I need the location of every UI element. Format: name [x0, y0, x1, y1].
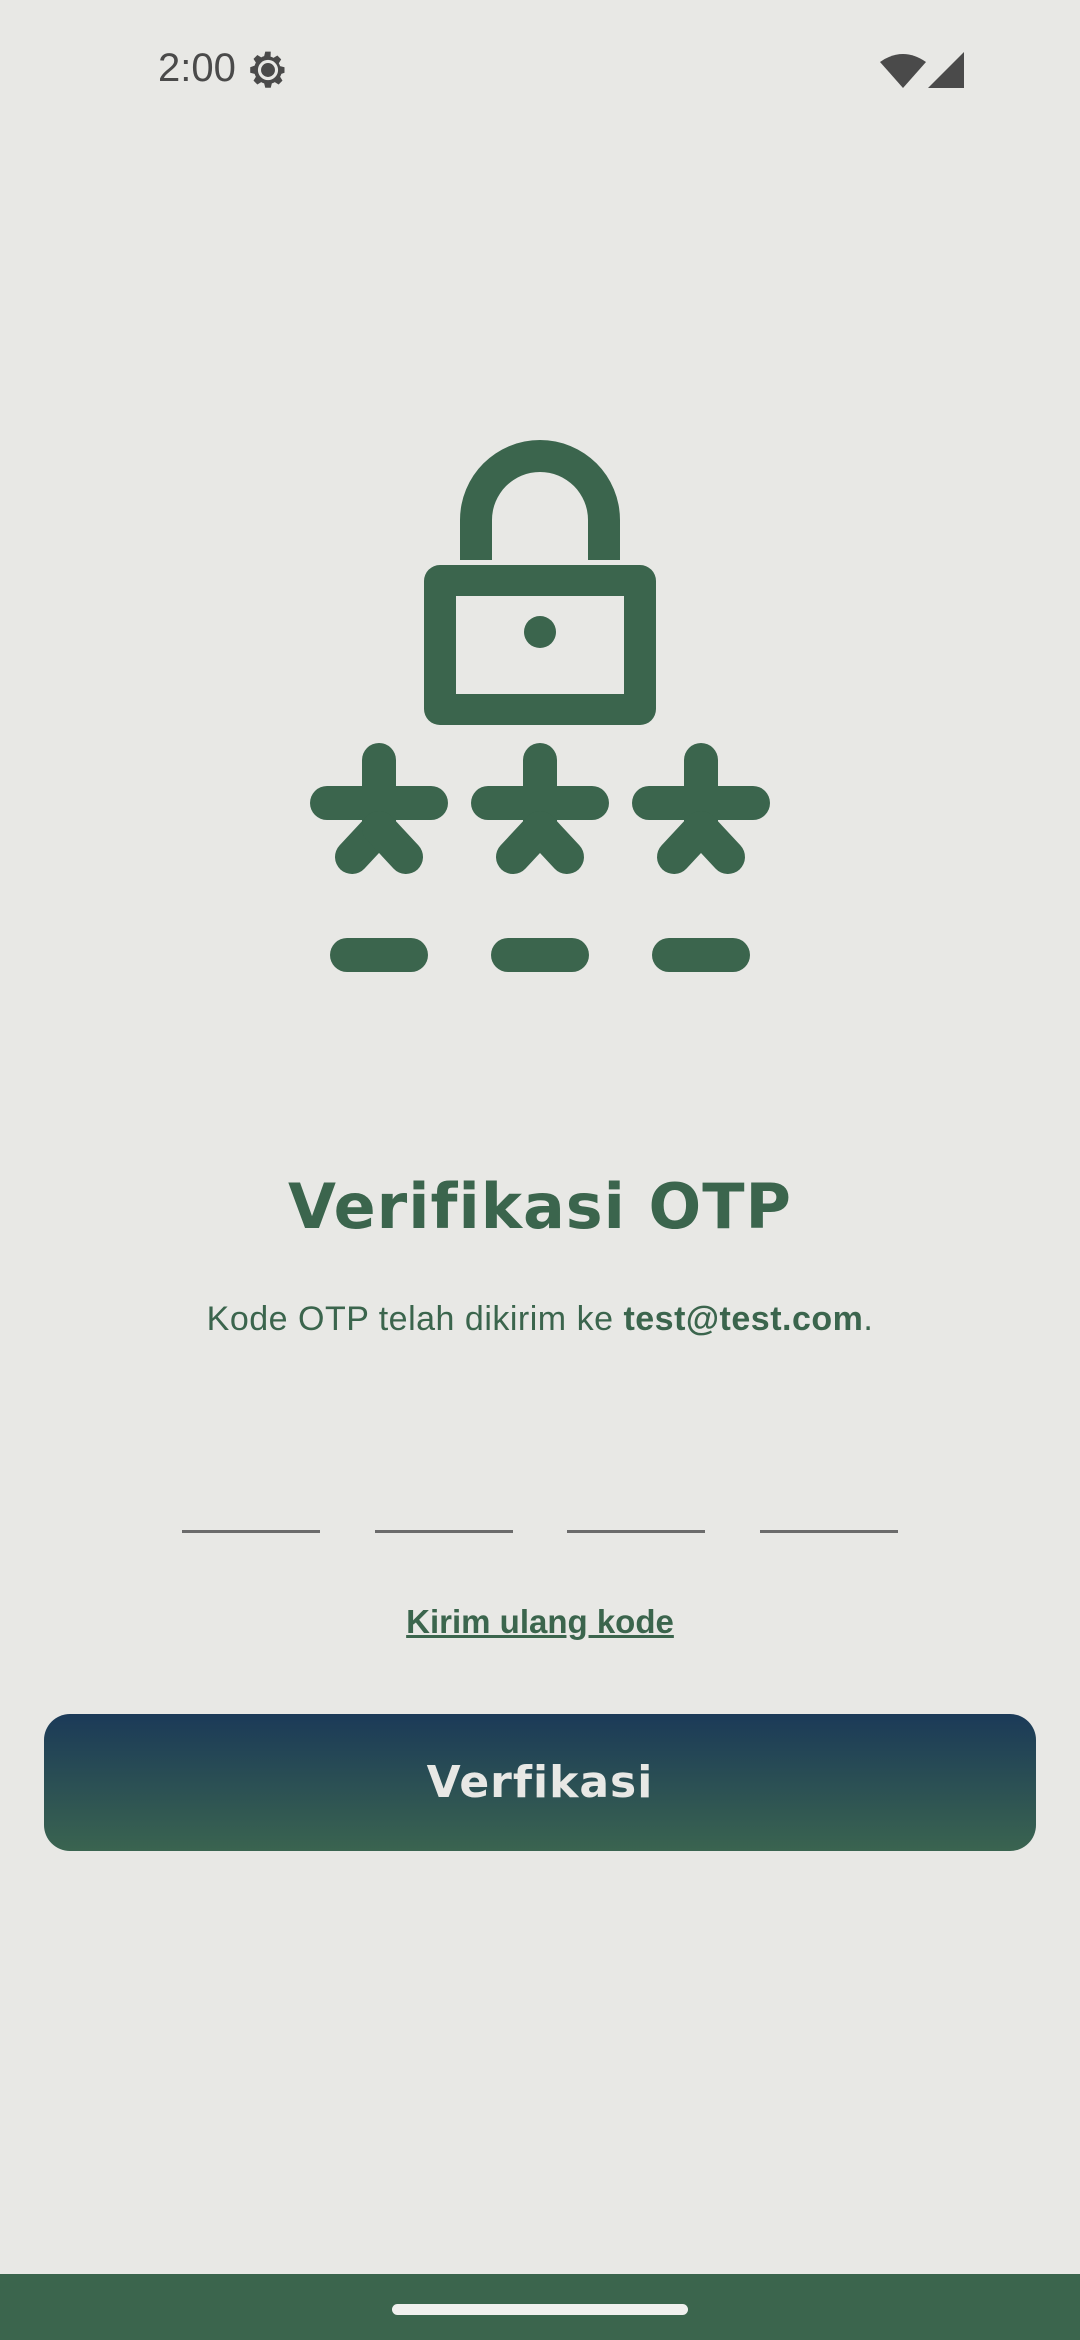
cell-signal-icon: [928, 52, 964, 88]
navigation-bar: [0, 2274, 1080, 2340]
otp-digit-4[interactable]: [760, 1470, 898, 1533]
status-time: 2:00: [158, 46, 236, 90]
otp-sent-prefix: Kode OTP telah dikirim ke: [206, 1300, 624, 1338]
lock-password-icon: [310, 440, 770, 972]
resend-code-link[interactable]: Kirim ulang kode: [0, 1603, 1080, 1641]
otp-digit-3[interactable]: [567, 1470, 705, 1533]
status-bar: 2:00: [0, 0, 1080, 140]
home-gesture-handle[interactable]: [392, 2304, 688, 2315]
otp-input-group: [182, 1470, 898, 1533]
wifi-icon: [880, 54, 926, 88]
verify-button[interactable]: Verfikasi: [44, 1714, 1036, 1851]
page-title: Verifikasi OTP: [288, 1170, 792, 1243]
gear-icon: [250, 51, 285, 88]
otp-digit-2[interactable]: [375, 1470, 513, 1533]
otp-sent-message: Kode OTP telah dikirim ke test@test.com.: [0, 1300, 1080, 1339]
otp-digit-1[interactable]: [182, 1470, 320, 1533]
otp-sent-suffix: .: [863, 1300, 874, 1338]
otp-email: test@test.com: [623, 1300, 864, 1338]
